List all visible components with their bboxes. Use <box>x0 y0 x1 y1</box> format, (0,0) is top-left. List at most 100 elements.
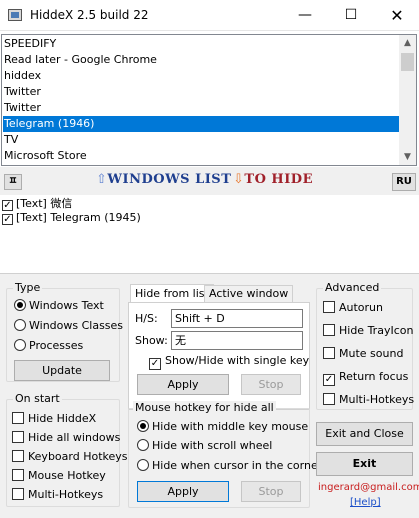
windows-list-label: ⇧WINDOWS LIST <box>96 172 231 187</box>
sort-button[interactable]: ㅍ <box>4 174 22 190</box>
apply-mouse-button[interactable]: Apply <box>137 481 229 502</box>
list-item[interactable]: Read later - Google Chrome <box>3 52 399 68</box>
checkbox-advanced-multi-hotkeys[interactable]: Multi-Hotkeys <box>323 393 414 407</box>
list-item[interactable]: Twitter <box>3 100 399 116</box>
radio-windows-classes[interactable]: Windows Classes <box>14 319 123 333</box>
mouse-hotkey-group-title: Mouse hotkey for hide all <box>133 401 276 414</box>
up-arrow-icon: ⇧ <box>96 172 108 187</box>
show-hotkey-field[interactable]: 无 <box>171 331 303 350</box>
minimize-button[interactable]: — <box>282 0 328 31</box>
checkbox-label: Autorun <box>339 301 384 314</box>
list-item[interactable]: Twitter <box>3 84 399 100</box>
radio-scroll-wheel[interactable]: Hide with scroll wheel <box>137 439 272 453</box>
radio-label: Windows Text <box>29 299 104 312</box>
list-item[interactable]: SPEEDIFY <box>3 36 399 52</box>
to-hide-text: TO HIDE <box>244 172 313 187</box>
window-title: HiddeX 2.5 build 22 <box>30 8 149 22</box>
checkbox-icon <box>323 393 335 405</box>
checkbox-label: Multi-Hotkeys <box>28 488 104 501</box>
scroll-up-arrow-icon[interactable]: ▲ <box>399 35 416 51</box>
checkbox-label: Hide TrayIcon <box>339 324 414 337</box>
hide-list-item-label: [Text] 微信 <box>16 197 73 210</box>
radio-cursor-corner[interactable]: Hide when cursor in the corner <box>137 459 322 473</box>
checkbox-checked-icon: ✓ <box>323 374 335 386</box>
radio-selected-icon <box>137 420 149 432</box>
radio-icon <box>14 319 26 331</box>
checkbox-label: Hide all windows <box>28 431 121 444</box>
checkbox-hide-all-windows[interactable]: Hide all windows <box>12 431 120 445</box>
apply-hotkey-button[interactable]: Apply <box>137 374 229 395</box>
radio-label: Windows Classes <box>29 319 124 332</box>
checkbox-icon <box>12 469 24 481</box>
hide-list-item[interactable]: ✓ [Text] 微信 <box>2 197 72 211</box>
tab-active-window[interactable]: Active window <box>204 285 294 302</box>
checkbox-label: Mute sound <box>339 347 404 360</box>
type-group: Type Windows Text Windows Classes Proces… <box>6 281 123 382</box>
checkbox-icon <box>323 301 335 313</box>
hs-label: H/S: <box>135 312 158 325</box>
list-item[interactable]: hiddex <box>3 68 399 84</box>
help-link[interactable]: [Help] <box>350 497 381 508</box>
hide-list[interactable]: ✓ [Text] 微信 ✓ [Text] Telegram (1945) <box>0 195 419 273</box>
scroll-down-arrow-icon[interactable]: ▼ <box>399 149 416 165</box>
advanced-group: Advanced Autorun Hide TrayIcon Mute soun… <box>316 281 414 410</box>
checkbox-hide-trayicon[interactable]: Hide TrayIcon <box>323 324 413 338</box>
list-item-selected[interactable]: Telegram (1946) <box>3 116 399 132</box>
language-button[interactable]: RU <box>392 173 416 191</box>
hotkey-tab-panel: H/S: Shift + D Show: 无 ✓ Show/Hide with s… <box>128 302 310 410</box>
radio-selected-icon <box>14 299 26 311</box>
radio-label: Processes <box>29 339 84 352</box>
checkbox-checked-icon[interactable]: ✓ <box>2 200 13 211</box>
checkbox-icon <box>12 431 24 443</box>
hs-hotkey-field[interactable]: Shift + D <box>171 309 303 328</box>
checkbox-autorun[interactable]: Autorun <box>323 301 383 315</box>
checkbox-single-key[interactable]: ✓ Show/Hide with single key <box>149 354 310 370</box>
radio-middle-key[interactable]: Hide with middle key mouse <box>137 420 308 434</box>
list-item[interactable]: TV <box>3 132 399 148</box>
app-icon <box>8 9 22 21</box>
stop-hotkey-button[interactable]: Stop <box>241 374 301 395</box>
radio-icon <box>14 339 26 351</box>
on-start-group-title: On start <box>13 392 62 405</box>
windows-list[interactable]: SPEEDIFY Read later - Google Chrome hidd… <box>1 34 417 166</box>
radio-windows-text[interactable]: Windows Text <box>14 299 104 313</box>
maximize-button[interactable]: ☐ <box>328 0 374 31</box>
hide-list-item[interactable]: ✓ [Text] Telegram (1945) <box>2 211 141 225</box>
to-hide-label: ⇩TO HIDE <box>233 172 313 187</box>
title-bar: HiddeX 2.5 build 22 — ☐ ✕ <box>0 0 419 31</box>
on-start-group: On start Hide HiddeX Hide all windows Ke… <box>6 392 128 507</box>
update-button[interactable]: Update <box>14 360 110 381</box>
show-label: Show: <box>135 334 168 347</box>
checkbox-label: Hide HiddeX <box>28 412 97 425</box>
tab-hide-from-list[interactable]: Hide from list <box>130 284 214 303</box>
advanced-group-title: Advanced <box>323 281 382 294</box>
checkbox-label: Show/Hide with single key <box>165 354 310 367</box>
checkbox-checked-icon: ✓ <box>149 358 161 370</box>
checkbox-icon <box>12 488 24 500</box>
radio-icon <box>137 459 149 471</box>
list-scrollbar[interactable]: ▲ ▼ <box>399 35 416 165</box>
close-button[interactable]: ✕ <box>374 0 419 31</box>
stop-mouse-button[interactable]: Stop <box>241 481 301 502</box>
checkbox-checked-icon[interactable]: ✓ <box>2 214 13 225</box>
checkbox-multi-hotkeys[interactable]: Multi-Hotkeys <box>12 488 103 502</box>
list-item[interactable]: Microsoft Store <box>3 148 399 164</box>
checkbox-mouse-hotkey[interactable]: Mouse Hotkey <box>12 469 106 483</box>
checkbox-label: Return focus <box>339 370 409 383</box>
checkbox-hide-hiddex[interactable]: Hide HiddeX <box>12 412 96 426</box>
checkbox-return-focus[interactable]: ✓ Return focus <box>323 370 409 386</box>
checkbox-icon <box>12 450 24 462</box>
exit-and-close-button[interactable]: Exit and Close <box>316 422 413 446</box>
type-group-title: Type <box>13 281 43 294</box>
down-arrow-icon: ⇩ <box>233 172 245 187</box>
scroll-thumb[interactable] <box>401 53 414 71</box>
radio-label: Hide when cursor in the corner <box>152 459 323 472</box>
checkbox-keyboard-hotkeys[interactable]: Keyboard Hotkeys <box>12 450 128 464</box>
exit-button[interactable]: Exit <box>316 452 413 476</box>
checkbox-mute-sound[interactable]: Mute sound <box>323 347 403 361</box>
checkbox-label: Mouse Hotkey <box>28 469 106 482</box>
checkbox-label: Keyboard Hotkeys <box>28 450 128 463</box>
windows-list-text: WINDOWS LIST <box>107 172 232 187</box>
radio-processes[interactable]: Processes <box>14 339 83 353</box>
radio-icon <box>137 439 149 451</box>
